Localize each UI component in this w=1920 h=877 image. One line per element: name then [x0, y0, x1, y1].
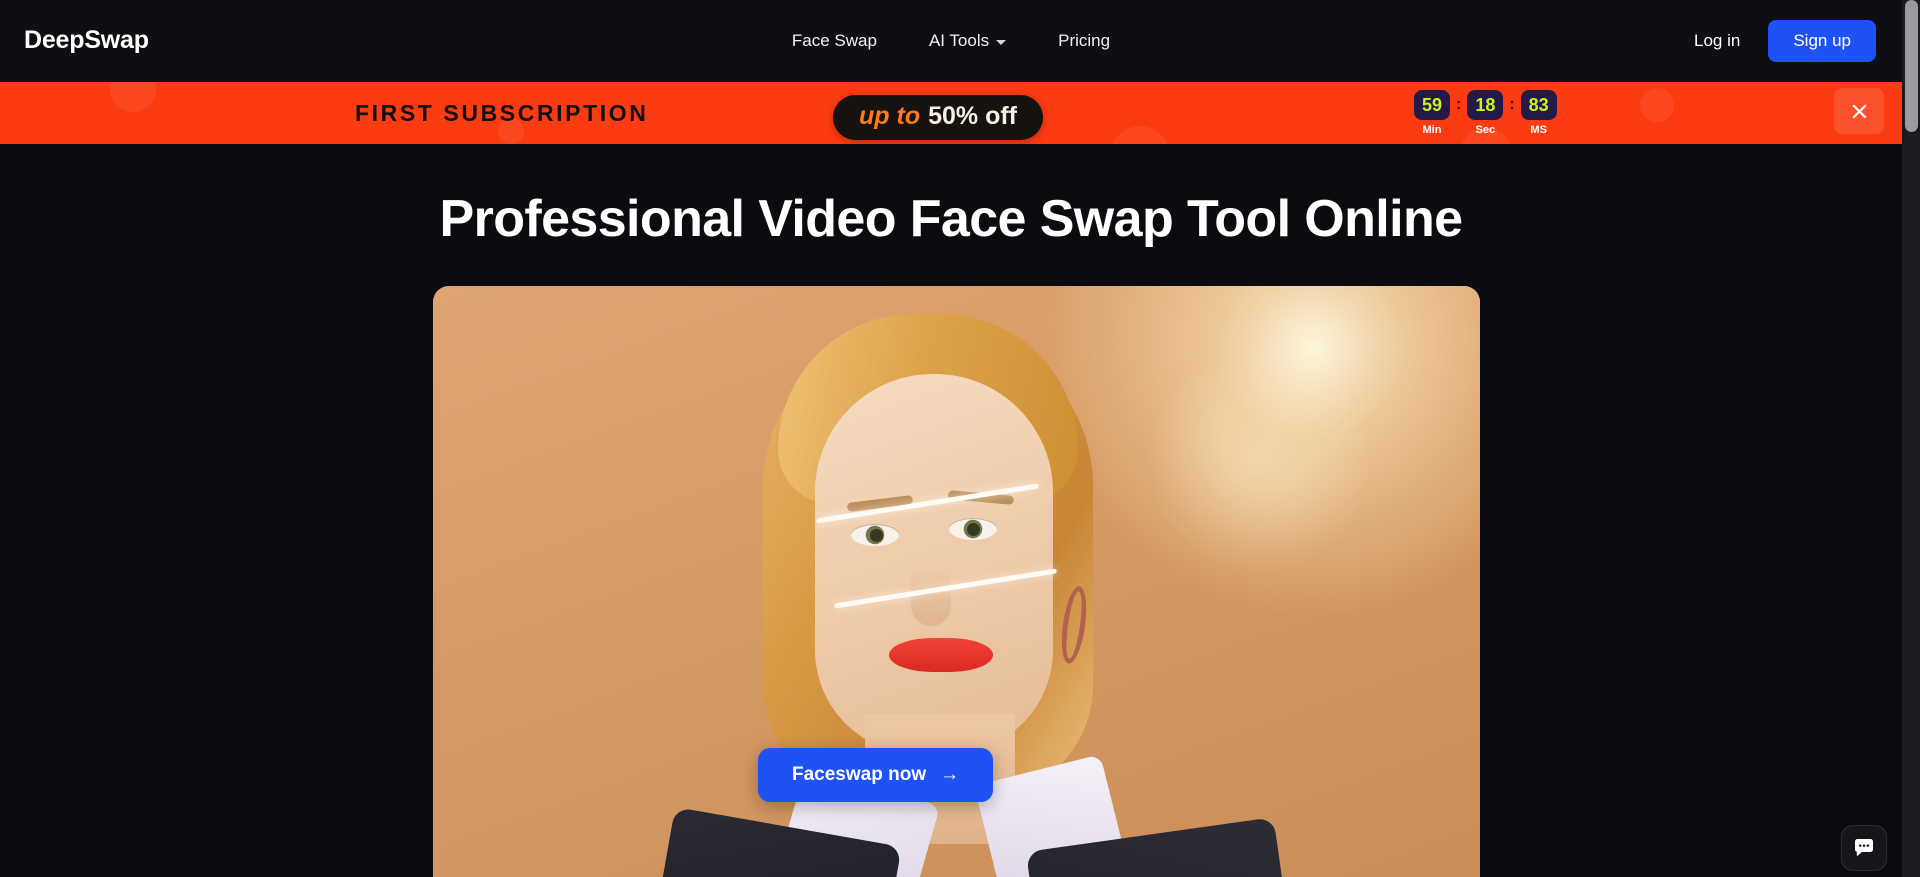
- nav-item-pricing[interactable]: Pricing: [1058, 31, 1110, 51]
- hero-lips: [889, 638, 993, 672]
- promo-prefix: up to: [859, 102, 921, 130]
- timer-value: 18: [1467, 90, 1504, 120]
- timer-unit-ms: 83 MS: [1520, 90, 1558, 136]
- bokeh-decoration: [110, 82, 156, 112]
- nav-label: Face Swap: [791, 31, 877, 50]
- faceswap-now-button[interactable]: Faceswap now →: [758, 748, 994, 802]
- timer-label: Sec: [1475, 124, 1496, 136]
- hero-pupil: [967, 523, 980, 536]
- nav-item-face-swap[interactable]: Face Swap: [792, 31, 877, 51]
- countdown-timer: 59 Min : 18 Sec : 83 MS: [1413, 90, 1558, 136]
- site-header: DeepSwap Face Swap AI Tools Pricing Log …: [0, 0, 1902, 82]
- promo-banner: FIRST SUBSCRIPTION up to 50% off 59 Min …: [0, 82, 1902, 144]
- page-title: Professional Video Face Swap Tool Online: [439, 190, 1464, 248]
- nav-item-ai-tools[interactable]: AI Tools: [928, 31, 1007, 51]
- main-content: Professional Video Face Swap Tool Online: [0, 144, 1902, 877]
- login-link[interactable]: Log in: [1694, 31, 1740, 51]
- promo-discount-pill[interactable]: up to 50% off: [833, 95, 1043, 140]
- bokeh-decoration: [1110, 126, 1170, 144]
- page-root: DeepSwap Face Swap AI Tools Pricing Log …: [0, 0, 1920, 877]
- timer-value: 59: [1414, 90, 1450, 120]
- timer-value: 83: [1520, 90, 1557, 120]
- timer-separator: :: [1509, 96, 1515, 113]
- signup-button[interactable]: Sign up: [1768, 20, 1876, 62]
- timer-label: Min: [1422, 124, 1442, 136]
- arrow-right-icon: →: [940, 764, 960, 785]
- timer-separator: :: [1456, 96, 1462, 113]
- chevron-down-icon: [996, 40, 1007, 45]
- promo-discount: 50% off: [928, 102, 1017, 130]
- scrollbar-thumb[interactable]: [1905, 0, 1918, 132]
- main-nav: Face Swap AI Tools Pricing: [0, 0, 1902, 82]
- timer-unit-sec: 18 Sec: [1466, 90, 1504, 136]
- bokeh-decoration: [1640, 88, 1674, 122]
- cta-label: Faceswap now: [792, 764, 927, 785]
- nav-label: Pricing: [1058, 31, 1111, 50]
- hero-video-card[interactable]: Faceswap now →: [433, 286, 1480, 877]
- nav-label: AI Tools: [928, 31, 990, 50]
- close-icon[interactable]: [1834, 88, 1884, 134]
- chat-bubble-icon[interactable]: [1841, 825, 1887, 871]
- banner-title: FIRST SUBSCRIPTION: [355, 100, 649, 126]
- hero-pupil: [870, 529, 883, 542]
- header-actions: Log in Sign up: [1694, 0, 1876, 82]
- timer-unit-min: 59 Min: [1413, 90, 1451, 136]
- timer-label: MS: [1530, 124, 1547, 136]
